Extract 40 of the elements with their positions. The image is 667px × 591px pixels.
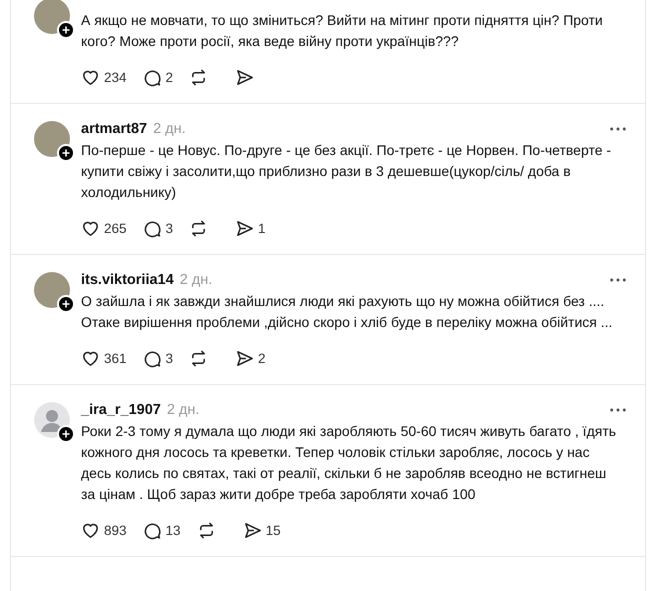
share-count: 1 [258, 221, 266, 236]
follow-plus-icon[interactable] [57, 295, 75, 313]
username-link[interactable]: artmart87 [81, 121, 148, 137]
send-icon[interactable] [235, 349, 254, 368]
username-link[interactable]: its.viktoriia14 [81, 272, 174, 288]
heart-icon[interactable] [81, 521, 100, 540]
like-count: 893 [104, 523, 127, 538]
comment-count: 3 [166, 221, 174, 236]
more-options-icon[interactable] [609, 407, 627, 413]
share-count: 2 [258, 351, 266, 366]
follow-plus-icon[interactable] [57, 21, 75, 39]
send-icon[interactable] [235, 68, 254, 87]
post-time: 2 дн. [180, 272, 212, 288]
send-icon[interactable] [242, 521, 262, 540]
like-count: 265 [104, 221, 127, 236]
comment-count: 2 [166, 70, 174, 85]
comment-bubble-icon[interactable] [142, 349, 162, 368]
comment-count: 13 [166, 523, 181, 538]
post-time: 2 дн. [153, 121, 186, 137]
username-link[interactable]: _ira_r_1907 [81, 402, 161, 418]
more-options-icon[interactable] [609, 126, 627, 132]
heart-icon[interactable] [81, 68, 100, 87]
follow-plus-icon[interactable] [57, 144, 75, 162]
like-count: 234 [104, 70, 127, 85]
comment-bubble-icon[interactable] [142, 68, 162, 87]
comment-text: Роки 2-3 тому я думала що люди які заробляють 50-60 тисяч живуть багато , їдять кожного дня лосось та креветки. Тепер чоловік стільки заробляє, лосось у нас десь колись по святах, такі от реалії, скільки б не заробляв всеодно не встигнеш за цінам . Щоб зараз жити добре треба заробляти хочаб 100 [81, 422, 618, 504]
send-icon[interactable] [235, 219, 254, 238]
post-time: 2 дн. [166, 402, 200, 418]
comment-count: 3 [166, 351, 174, 366]
comment-bubble-icon[interactable] [142, 219, 162, 238]
like-count: 361 [104, 351, 127, 366]
heart-icon[interactable] [81, 349, 100, 368]
share-count: 15 [266, 523, 281, 538]
more-options-icon[interactable] [609, 277, 627, 283]
comment-text: По-перше - це Новус. По-друге - це без акції. По-третє - це Норвен. По-четверте - купити свіжу і засолити,що приблизно рази в 3 дешевше(цукор/сіль/ доба в холодильнику) [81, 141, 612, 202]
heart-icon[interactable] [81, 219, 100, 238]
follow-plus-icon[interactable] [57, 425, 75, 443]
comment-text: А якщо не мовчати, то що зміниться? Вийти на мітинг проти підняття цін? Проти кого? Може проти росії, яка веде війну проти українців??? [81, 11, 604, 51]
comment-text: О зайшла і як завжди знайшлися люди які рахують що ну можна обійтися без .... Отаке вирішення проблеми ,дійсно скоро і хліб буде в переліку можна обійтися ... [81, 292, 614, 332]
comment-bubble-icon[interactable] [142, 521, 162, 540]
